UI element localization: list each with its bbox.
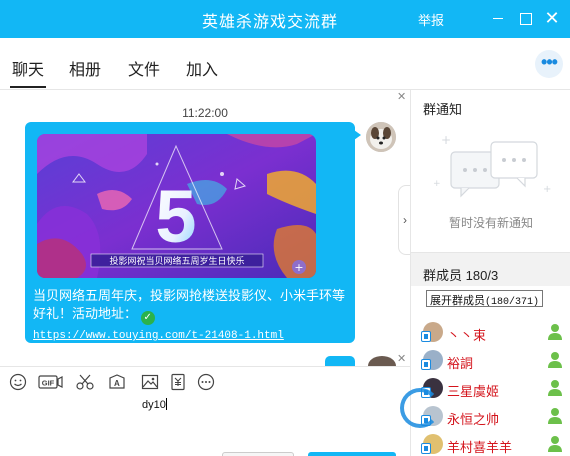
send-button[interactable] xyxy=(308,452,396,456)
collapse-icon-bottom[interactable]: ✕ xyxy=(397,352,406,365)
close-button[interactable]: ✕ xyxy=(542,8,562,28)
more-options-button[interactable]: ••• xyxy=(535,50,563,78)
member-role-icon xyxy=(547,323,563,341)
tab-files[interactable]: 文件 xyxy=(128,56,160,80)
smile-icon[interactable] xyxy=(9,373,27,393)
gif-icon[interactable]: GIF xyxy=(38,373,64,393)
notice-title: 群通知 xyxy=(423,102,463,117)
message-bubble[interactable]: 5 投影网祝当贝网络五周岁生日快乐 + 当贝网络五周年庆，投影网抢楼送投影仪、小… xyxy=(25,122,361,345)
title-bar: 英雄杀游戏交流群 举报 ✕ xyxy=(0,0,570,38)
member-name: 羊村喜羊羊 xyxy=(447,440,513,455)
member-role-icon xyxy=(547,379,563,397)
text-caret xyxy=(165,398,167,410)
members-title: 群成员 xyxy=(423,268,463,283)
svg-text:+: + xyxy=(433,179,441,189)
tab-bar: 聊天 相册 文件 加入 ••• xyxy=(0,38,570,90)
maximize-button[interactable] xyxy=(515,8,535,28)
mobile-icon xyxy=(421,331,431,342)
member-role-icon xyxy=(547,435,563,453)
member-item[interactable]: 羊村喜羊羊 xyxy=(411,434,570,456)
members-tooltip: 展开群成员(180/371) xyxy=(426,290,544,308)
tab-join[interactable]: 加入 xyxy=(186,56,218,80)
mobile-icon xyxy=(421,359,431,370)
promo-banner-image[interactable]: 5 投影网祝当贝网络五周岁生日快乐 + xyxy=(37,134,316,278)
mobile-icon xyxy=(421,443,431,454)
svg-text:+: + xyxy=(543,184,551,195)
scissors-icon[interactable] xyxy=(75,373,95,393)
svg-text:+: + xyxy=(294,261,303,274)
svg-text:A: A xyxy=(114,379,120,388)
font-icon[interactable]: A xyxy=(108,373,126,393)
member-name: 丶丶束 xyxy=(447,328,487,343)
report-button[interactable]: 举报 xyxy=(418,10,444,29)
member-name: 永恒之帅 xyxy=(447,412,500,427)
svg-text:+: + xyxy=(441,133,451,147)
member-name: 裕詷 xyxy=(447,356,474,371)
tab-album[interactable]: 相册 xyxy=(69,56,101,80)
message-text: 当贝网络五周年庆，投影网抢楼送投影仪、小米手环等好礼！活动地址： ✓ https… xyxy=(33,287,353,345)
close-chat-button[interactable] xyxy=(222,452,294,456)
message-link[interactable]: https://www.touying.com/t-21408-1.html xyxy=(33,330,284,342)
sender-avatar-next[interactable] xyxy=(368,356,396,366)
message-bubble-next[interactable] xyxy=(325,356,355,366)
message-timestamp: 11:22:00 xyxy=(182,106,228,120)
sender-avatar[interactable] xyxy=(366,122,396,152)
message-body: 当贝网络五周年庆，投影网抢楼送投影仪、小米手环等好礼！活动地址： xyxy=(33,288,346,321)
more-icon[interactable] xyxy=(197,373,215,393)
svg-text:GIF: GIF xyxy=(42,379,55,388)
message-input-value: dy10 xyxy=(142,399,166,411)
tooltip-count: (180/371) xyxy=(485,297,540,308)
member-name: 三星虞姬 xyxy=(447,384,500,399)
member-role-icon xyxy=(547,351,563,369)
member-item[interactable]: 裕詷 xyxy=(411,350,570,374)
notice-empty-text: 暂时没有新通知 xyxy=(448,216,533,230)
members-count: 180/3 xyxy=(465,268,499,283)
chat-area[interactable]: ✕ 11:22:00 5 投影网祝当贝网络五周岁生日快乐 + 当贝网络五周年庆，… xyxy=(0,90,410,366)
tab-chat[interactable]: 聊天 xyxy=(9,56,47,88)
collapse-icon[interactable]: ✕ xyxy=(397,90,406,103)
minimize-button[interactable] xyxy=(488,8,508,28)
notice-empty-illustration: + + + xyxy=(433,130,553,210)
message-input[interactable]: dy10 xyxy=(0,398,410,456)
banner-number: 5 xyxy=(155,175,196,258)
window-title: 英雄杀游戏交流群 xyxy=(201,14,338,31)
tooltip-label: 展开群成员 xyxy=(430,295,485,307)
image-icon[interactable] xyxy=(141,373,159,393)
checkmark-icon: ✓ xyxy=(140,311,155,325)
file-icon[interactable] xyxy=(169,373,187,393)
banner-caption: 投影网祝当贝网络五周岁生日快乐 xyxy=(109,255,244,267)
input-toolbar: GIF A xyxy=(0,366,410,398)
member-role-icon xyxy=(547,407,563,425)
watermark-logo xyxy=(400,388,440,428)
member-item[interactable]: 丶丶束 xyxy=(411,322,570,346)
members-header[interactable]: 群成员 180/3 xyxy=(411,252,570,286)
